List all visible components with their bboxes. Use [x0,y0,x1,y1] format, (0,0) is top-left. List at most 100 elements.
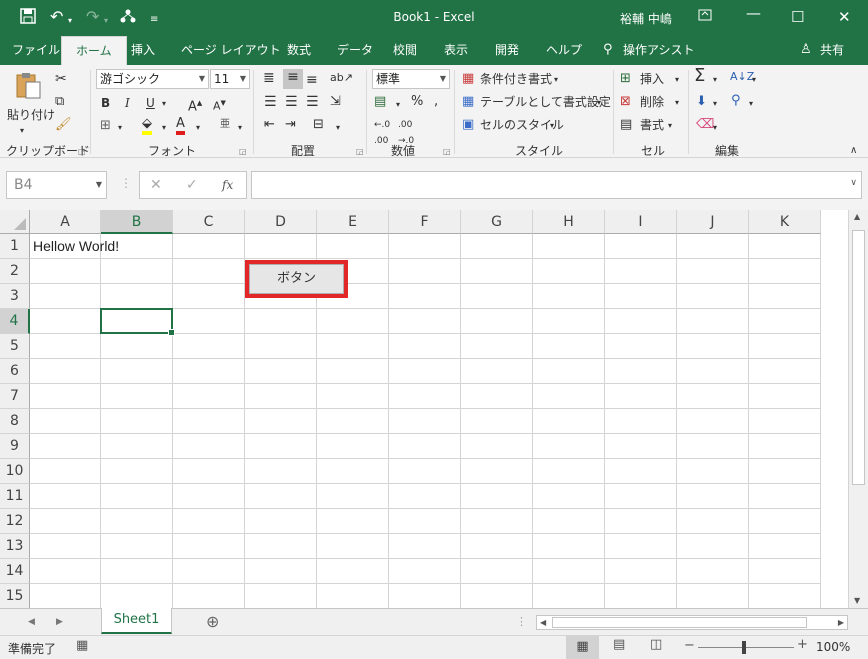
redo-dropdown-icon[interactable]: ▾ [104,12,108,30]
prev-sheet-icon[interactable]: ◀ [28,617,35,627]
align-middle-icon[interactable]: ≡ [283,69,303,89]
cell-j12[interactable] [677,509,749,534]
cell-g4[interactable] [461,309,533,334]
cell-a7[interactable] [30,384,101,409]
cell-g14[interactable] [461,559,533,584]
cell-h14[interactable] [533,559,605,584]
row-header-7[interactable]: 7 [0,384,30,409]
bold-icon[interactable]: B [101,95,110,111]
cell-h1[interactable] [533,234,605,259]
align-bottom-icon[interactable]: ≡ [306,72,318,88]
cell-k2[interactable] [749,259,821,284]
cell-b10[interactable] [101,459,173,484]
cell-d14[interactable] [245,559,317,584]
cell-i7[interactable] [605,384,677,409]
cell-b15[interactable] [101,584,173,609]
cell-e10[interactable] [317,459,389,484]
font-size-select[interactable]: 11 ▼ [210,69,250,89]
cell-j4[interactable] [677,309,749,334]
cell-g9[interactable] [461,434,533,459]
cell-h10[interactable] [533,459,605,484]
tab-help[interactable]: ヘルプ [546,36,582,65]
cell-k7[interactable] [749,384,821,409]
cell-i6[interactable] [605,359,677,384]
cell-g8[interactable] [461,409,533,434]
cell-b9[interactable] [101,434,173,459]
cell-j15[interactable] [677,584,749,609]
increase-font-icon[interactable]: A▲ [188,95,202,115]
cell-i9[interactable] [605,434,677,459]
italic-icon[interactable]: I [125,95,130,111]
horizontal-scroll-thumb[interactable] [552,617,807,628]
paste-icon[interactable] [14,71,44,105]
row-header-15[interactable]: 15 [0,584,30,609]
formula-input[interactable]: ∨ [251,171,862,199]
fill-color-dropdown-icon[interactable]: ▾ [162,120,166,136]
cell-e7[interactable] [317,384,389,409]
cell-k13[interactable] [749,534,821,559]
next-sheet-icon[interactable]: ▶ [56,617,63,627]
cell-b8[interactable] [101,409,173,434]
cell-b13[interactable] [101,534,173,559]
cell-d13[interactable] [245,534,317,559]
decrease-indent-icon[interactable]: ⇤ [264,117,275,133]
cell-i3[interactable] [605,284,677,309]
column-header-i[interactable]: I [605,210,677,234]
cell-k5[interactable] [749,334,821,359]
macro-record-icon[interactable]: ▦ [76,638,88,653]
resize-handle-icon[interactable]: ⋮ [120,176,132,190]
column-header-c[interactable]: C [173,210,245,234]
cell-f9[interactable] [389,434,461,459]
row-header-3[interactable]: 3 [0,284,30,309]
cell-f2[interactable] [389,259,461,284]
fill-dropdown-icon[interactable]: ▾ [713,96,717,112]
align-top-icon[interactable]: ≣ [263,70,275,86]
cell-c5[interactable] [173,334,245,359]
cell-f3[interactable] [389,284,461,309]
insert-cells-button[interactable]: 挿入 [640,71,664,87]
cell-f4[interactable] [389,309,461,334]
cell-d6[interactable] [245,359,317,384]
borders-dropdown-icon[interactable]: ▾ [118,120,122,136]
cell-b11[interactable] [101,484,173,509]
tab-developer[interactable]: 開発 [495,36,519,65]
cell-f11[interactable] [389,484,461,509]
cell-f1[interactable] [389,234,461,259]
name-box[interactable]: B4 ▼ [6,171,107,199]
cell-g3[interactable] [461,284,533,309]
horizontal-scrollbar[interactable]: ◀ ▶ [536,615,848,630]
cell-g12[interactable] [461,509,533,534]
cell-h7[interactable] [533,384,605,409]
cell-i13[interactable] [605,534,677,559]
font-color-dropdown-icon[interactable]: ▾ [196,120,200,136]
cell-j13[interactable] [677,534,749,559]
add-sheet-icon[interactable]: ⊕ [206,612,219,631]
cell-c3[interactable] [173,284,245,309]
tab-file[interactable]: ファイル [12,36,60,65]
cell-i12[interactable] [605,509,677,534]
vertical-scroll-thumb[interactable] [852,230,865,485]
maximize-icon[interactable]: ☐ [791,8,804,26]
save-icon[interactable] [20,8,36,28]
cell-k1[interactable] [749,234,821,259]
conditional-format-button[interactable]: 条件付き書式 [480,71,552,87]
wrap-text-icon[interactable]: ⇲ [330,94,341,110]
cell-i8[interactable] [605,409,677,434]
tab-view[interactable]: 表示 [444,36,468,65]
cell-f14[interactable] [389,559,461,584]
page-break-view-icon[interactable]: ◫ [650,637,662,652]
cell-b6[interactable] [101,359,173,384]
column-header-j[interactable]: J [677,210,749,234]
cell-j11[interactable] [677,484,749,509]
row-header-14[interactable]: 14 [0,559,30,584]
cell-a2[interactable] [30,259,101,284]
cell-e5[interactable] [317,334,389,359]
tab-insert[interactable]: 挿入 [131,36,155,65]
cell-a14[interactable] [30,559,101,584]
touch-mode-icon[interactable] [120,8,136,28]
cell-h3[interactable] [533,284,605,309]
zoom-in-icon[interactable]: + [797,637,808,652]
cell-e4[interactable] [317,309,389,334]
cell-j3[interactable] [677,284,749,309]
cell-c7[interactable] [173,384,245,409]
